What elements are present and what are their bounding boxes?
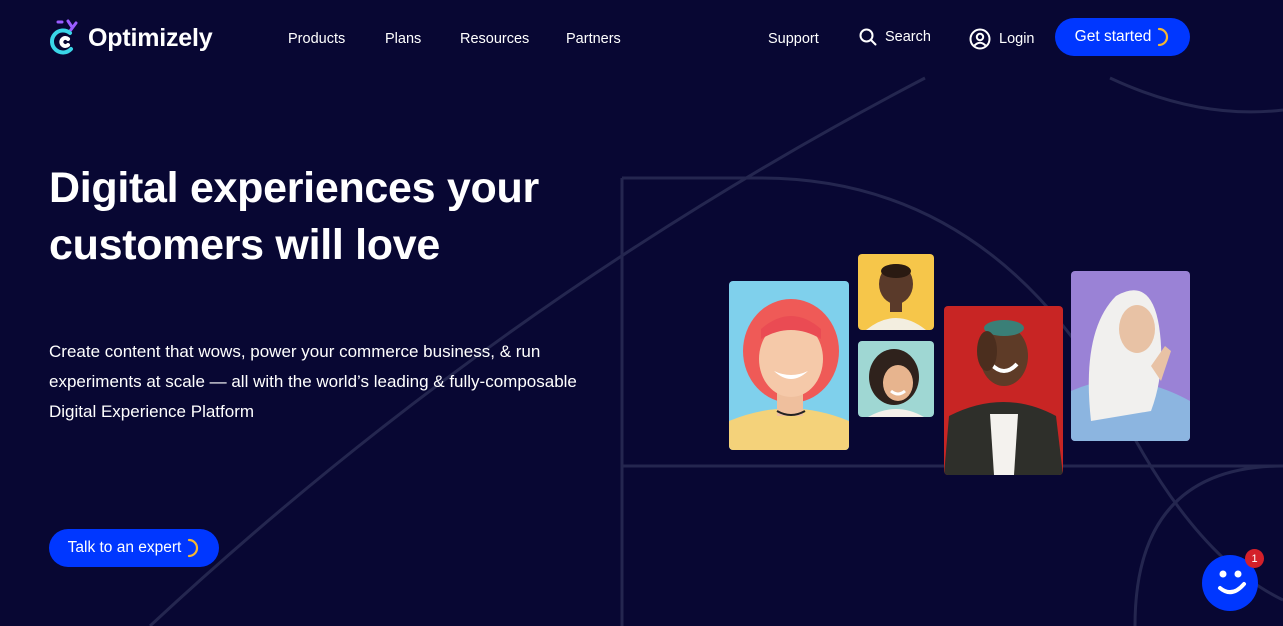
hero-title: Digital experiences your customers will … [49, 164, 539, 269]
nav-resources[interactable]: Resources [460, 31, 529, 47]
talk-to-expert-button[interactable]: Talk to an expert [49, 529, 219, 567]
user-icon [969, 28, 991, 50]
photo-woman-curly-hair [858, 341, 934, 417]
photo-man-laughing-yellow [858, 254, 934, 330]
get-started-button[interactable]: Get started [1055, 18, 1190, 56]
nav-products[interactable]: Products [288, 31, 345, 47]
nav-plans[interactable]: Plans [385, 31, 421, 47]
photo-man-red-background [944, 306, 1063, 475]
get-started-label: Get started [1074, 28, 1152, 45]
top-navigation: Optimizely Products Plans Resources Part… [0, 0, 1283, 78]
brand-name: Optimizely [88, 23, 213, 52]
nav-login-label: Login [999, 31, 1035, 47]
loading-spinner-icon [188, 538, 199, 558]
search-icon [859, 28, 877, 46]
nav-login[interactable]: Login [969, 28, 1034, 50]
nav-search-label: Search [885, 29, 931, 45]
chat-notification-badge: 1 [1245, 549, 1264, 568]
photo-woman-hijab [1071, 271, 1190, 441]
nav-partners[interactable]: Partners [566, 31, 621, 47]
talk-to-expert-label: Talk to an expert [67, 539, 182, 556]
photo-woman-pink-hair [729, 281, 849, 450]
loading-spinner-icon [1158, 27, 1169, 47]
optimizely-logo-icon [50, 19, 78, 55]
nav-search[interactable]: Search [859, 28, 931, 46]
brand-logo[interactable]: Optimizely [48, 19, 213, 57]
nav-support[interactable]: Support [768, 31, 819, 47]
hero-subtitle: Create content that wows, power your com… [49, 342, 577, 421]
